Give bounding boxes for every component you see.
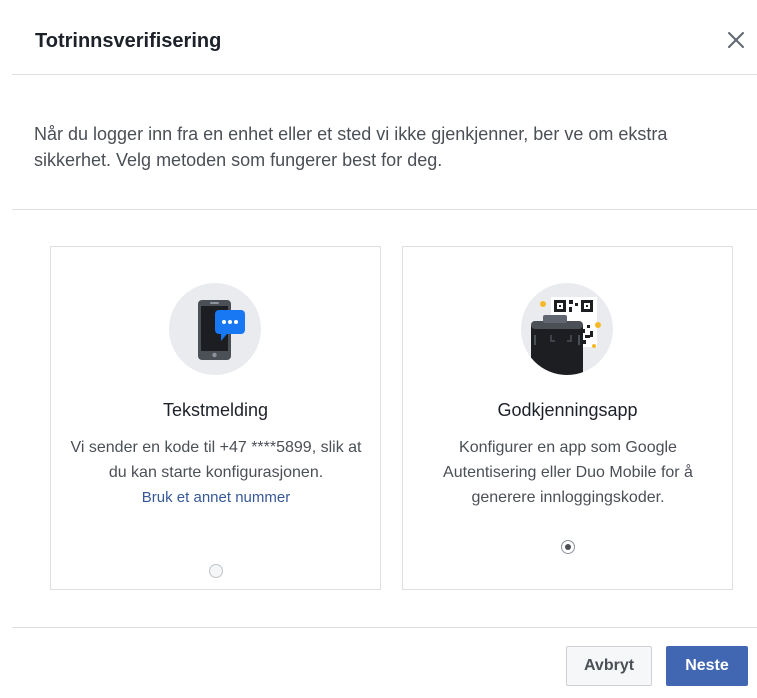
dialog-header: Totrinnsverifisering <box>12 10 757 75</box>
close-icon[interactable] <box>724 28 748 52</box>
option-card-auth-app[interactable]: Godkjenningsapp Konfigurer en app som Go… <box>402 246 733 590</box>
intro-section: Når du logger inn fra en enhet eller et … <box>12 75 757 210</box>
option-title: Tekstmelding <box>162 400 269 420</box>
dialog-footer: Avbryt Neste <box>12 627 757 698</box>
two-factor-dialog: Totrinnsverifisering Når du logger inn f… <box>12 10 757 697</box>
option-description-text: Vi sender en kode til +47 ****5899, slik… <box>70 439 362 481</box>
cancel-button[interactable]: Avbryt <box>566 646 652 686</box>
qr-code-phone-icon <box>521 283 613 375</box>
option-description: Vi sender en kode til +47 ****5899, slik… <box>66 435 366 510</box>
radio-text-message[interactable] <box>209 564 223 578</box>
radio-selected-dot <box>565 544 571 550</box>
phone-message-icon <box>169 283 261 375</box>
use-another-number-link[interactable]: Bruk et annet nummer <box>66 485 366 510</box>
intro-text: Når du logger inn fra en enhet eller et … <box>34 124 668 170</box>
next-button[interactable]: Neste <box>666 646 748 686</box>
option-card-text-message[interactable]: Tekstmelding Vi sender en kode til +47 *… <box>50 246 381 590</box>
radio-auth-app[interactable] <box>561 540 575 554</box>
option-description: Konfigurer en app som Google Autentiseri… <box>443 439 693 506</box>
dialog-title: Totrinnsverifisering <box>35 30 222 52</box>
option-title: Godkjenningsapp <box>497 400 638 420</box>
